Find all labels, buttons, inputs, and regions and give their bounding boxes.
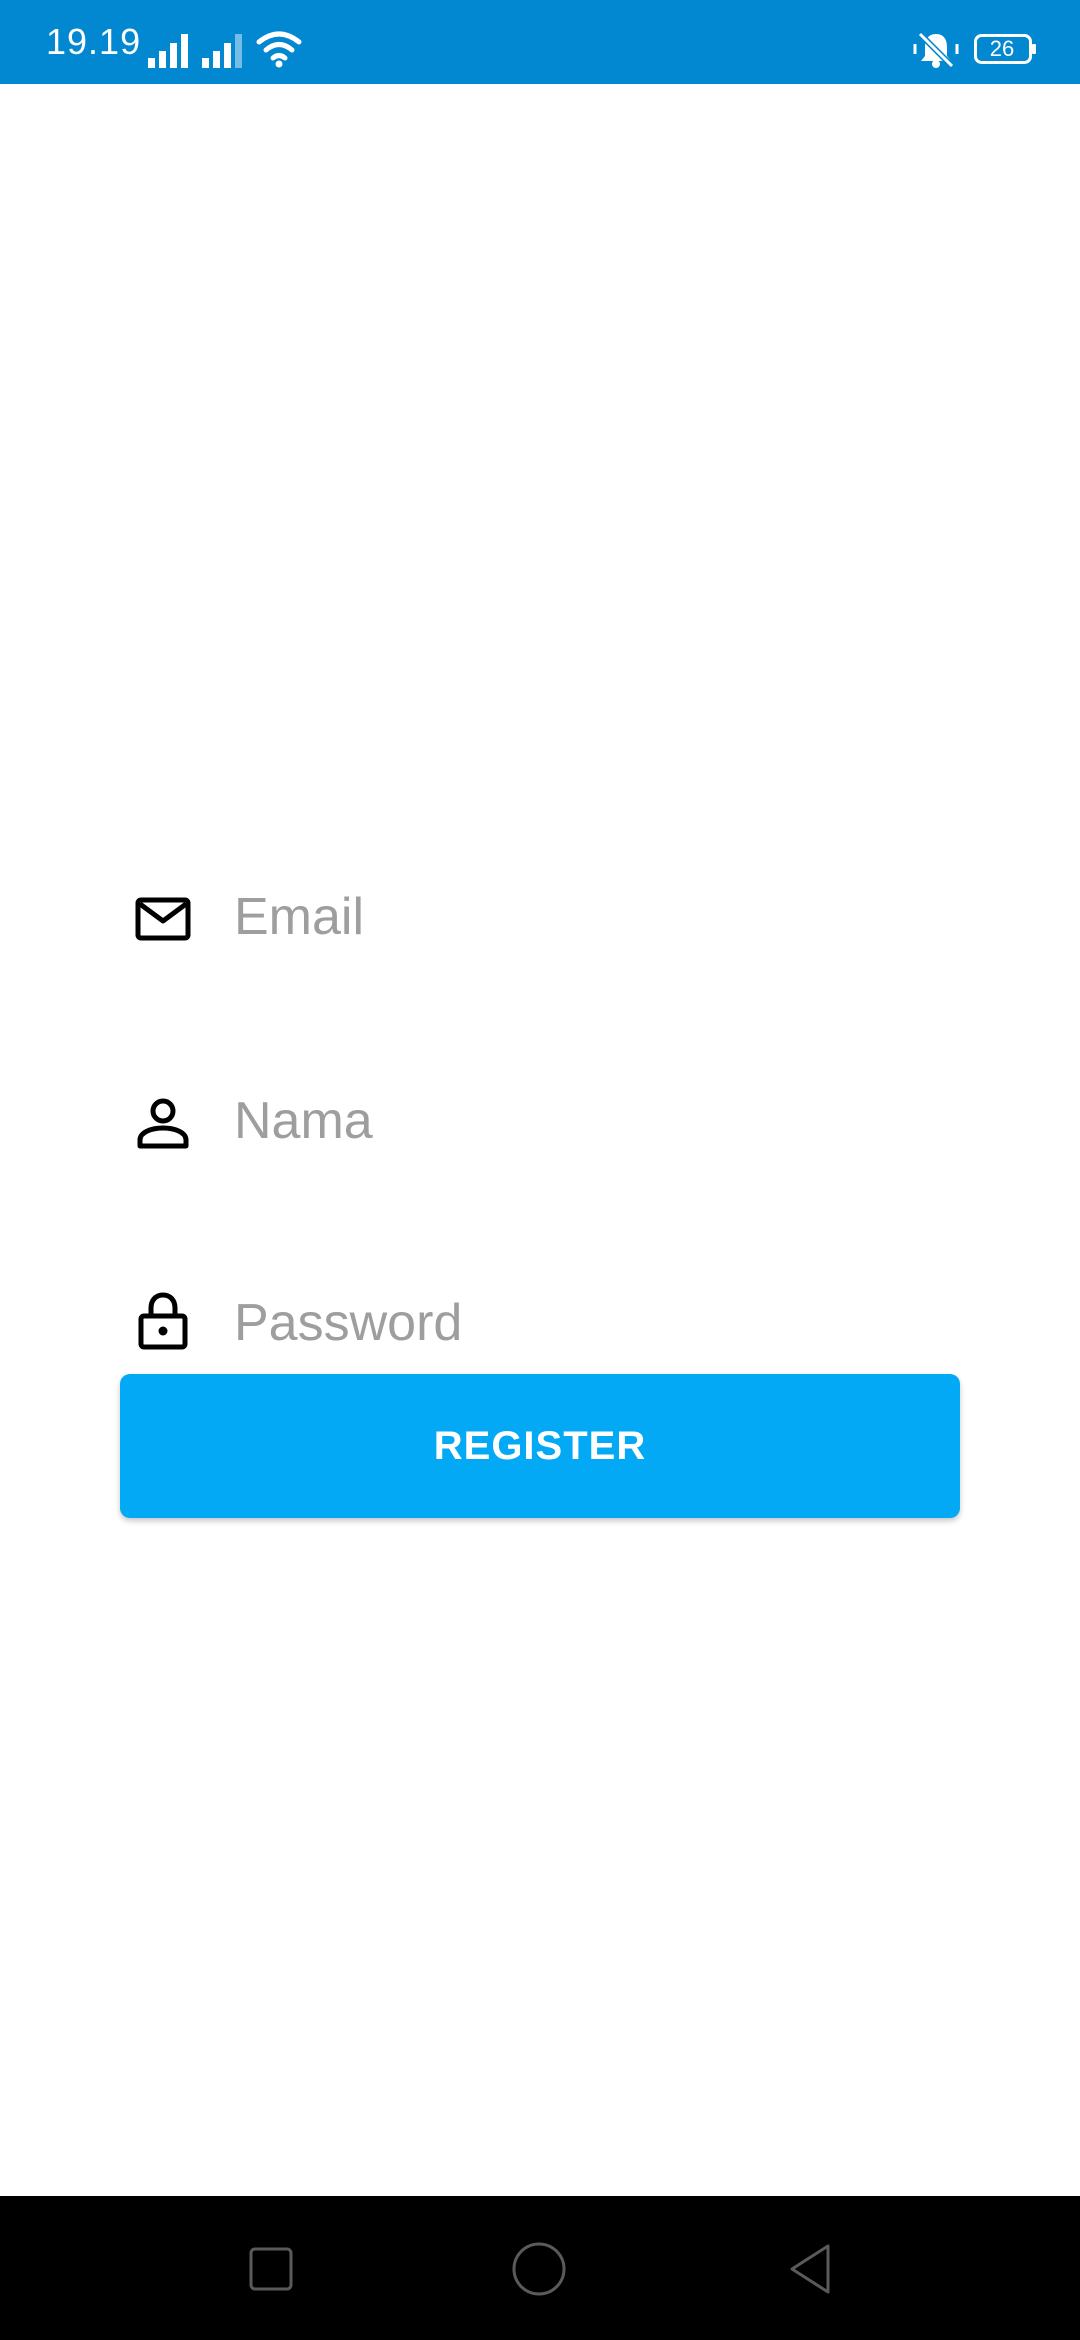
mail-icon	[135, 897, 191, 941]
navigation-bar	[0, 2196, 1080, 2340]
battery-icon: 26	[974, 34, 1038, 64]
email-input[interactable]	[234, 862, 954, 972]
register-screen: REGISTER	[0, 84, 1080, 2196]
signal-icon	[202, 34, 242, 68]
vibrate-icon	[913, 31, 959, 69]
lock-icon	[138, 1292, 188, 1350]
status-time-text: 19.19	[46, 21, 142, 62]
home-icon[interactable]	[504, 2234, 574, 2304]
signal-icon	[148, 34, 188, 68]
back-icon[interactable]	[776, 2234, 846, 2304]
name-input[interactable]	[234, 1066, 954, 1176]
status-time: 19.19	[46, 0, 141, 84]
name-field-row	[120, 1066, 960, 1176]
register-button[interactable]: REGISTER	[120, 1374, 960, 1518]
password-input[interactable]	[234, 1268, 954, 1378]
battery-level: 26	[989, 36, 1015, 61]
recents-icon[interactable]	[236, 2234, 306, 2304]
password-field-row	[120, 1268, 960, 1378]
status-bar: 19.19 26	[0, 0, 1080, 84]
person-icon	[137, 1098, 189, 1149]
email-field-row	[120, 862, 960, 972]
wifi-icon	[256, 31, 302, 68]
